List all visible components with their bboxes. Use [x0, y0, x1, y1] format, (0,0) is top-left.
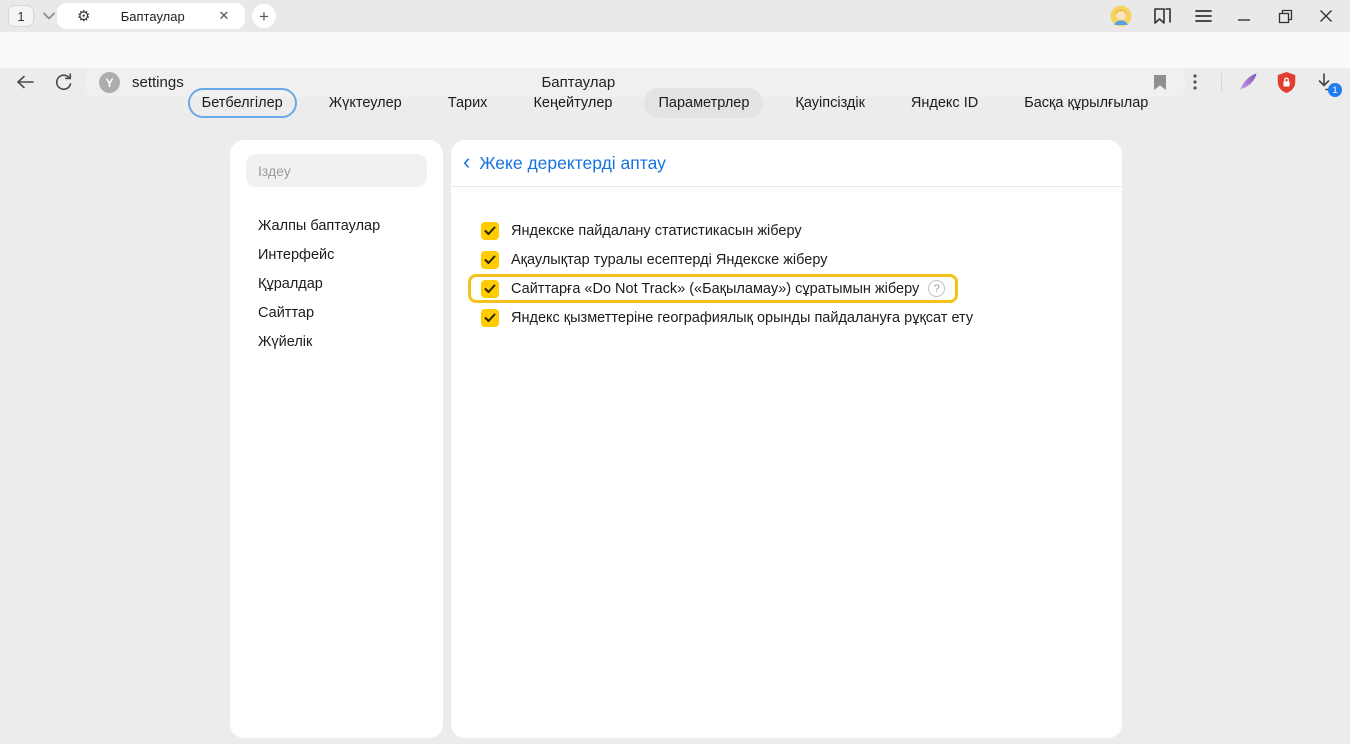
maximize-icon	[1278, 9, 1293, 24]
chevron-down-icon	[43, 12, 55, 20]
checkmark-icon	[484, 313, 496, 323]
checkbox-checked[interactable]	[481, 309, 499, 327]
tab-bar: 1 ⚙ Баптаулар ✕ +	[0, 0, 1350, 32]
setting-label: Яндекске пайдалану статистикасын жіберу	[511, 223, 802, 239]
minimize-icon	[1237, 9, 1251, 23]
checkmark-icon	[484, 255, 496, 265]
back-arrow-icon	[16, 75, 34, 89]
settings-nav-tab-active[interactable]: Параметрлер	[644, 88, 763, 118]
checkbox-checked[interactable]	[481, 280, 499, 298]
sidebar-item[interactable]: Жалпы баптаулар	[258, 211, 427, 240]
settings-main-panel: ‹ Жеке деректерді аптау Яндекске пайдала…	[451, 140, 1122, 738]
sidebar-item-label: Құралдар	[258, 276, 323, 292]
nav-tab-label: Бетбелгілер	[202, 95, 283, 111]
back-chevron-icon[interactable]: ‹	[463, 151, 470, 173]
avatar-icon	[1110, 5, 1132, 27]
settings-nav-tab-default[interactable]: Яндекс ID	[897, 88, 992, 118]
tab-close-button[interactable]: ✕	[215, 7, 233, 25]
browser-menu-button[interactable]	[1191, 4, 1215, 28]
section-header[interactable]: ‹ Жеке деректерді аптау	[451, 140, 1122, 187]
sidebar-item[interactable]: Интерфейс	[258, 240, 427, 269]
checkmark-icon	[484, 226, 496, 236]
window-close-button[interactable]	[1314, 4, 1338, 28]
sidebar-item[interactable]: Құралдар	[258, 269, 427, 298]
setting-label: Ақаулықтар туралы есептерді Яндекске жіб…	[511, 252, 828, 268]
checkbox-checked[interactable]	[481, 251, 499, 269]
address-bar-row: Y settings Баптаулар	[0, 32, 1350, 68]
setting-row: Яндекске пайдалану статистикасын жіберу	[468, 216, 805, 245]
settings-nav-tab-focused[interactable]: Бетбелгілер	[188, 88, 297, 118]
help-icon[interactable]: ?	[928, 280, 945, 297]
hamburger-menu-icon	[1195, 9, 1212, 23]
section-heading[interactable]: Жеке деректерді аптау	[479, 153, 666, 174]
new-tab-button[interactable]: +	[252, 4, 276, 28]
window-minimize-button[interactable]	[1232, 4, 1256, 28]
checkbox-checked[interactable]	[481, 222, 499, 240]
nav-tab-label: Параметрлер	[658, 95, 749, 111]
tab-title: Баптаулар	[90, 9, 215, 24]
setting-label: Яндекс қызметтеріне географиялық орынды …	[511, 310, 973, 326]
search-input[interactable]	[246, 154, 427, 187]
settings-sidebar: Жалпы баптаулар Интерфейс Құралдар Сайттар Ж…	[230, 140, 443, 738]
settings-nav-tab-default[interactable]: Жүктеулер	[315, 88, 416, 118]
sidebar-item-label: Жүйелік	[258, 334, 312, 350]
setting-label: Сайттарға «Do Not Track» («Бақыламау») с…	[511, 281, 919, 297]
nav-tab-label: Жүктеулер	[329, 95, 402, 111]
gear-icon: ⚙	[77, 9, 90, 24]
browser-tab-settings[interactable]: ⚙ Баптаулар ✕	[57, 3, 245, 29]
settings-nav-tab-default[interactable]: Кеңейтулер	[519, 88, 626, 118]
sidebar-item[interactable]: Жүйелік	[258, 327, 427, 356]
sidebar-item-label: Интерфейс	[258, 247, 334, 263]
sidebar-item[interactable]: Сайттар	[258, 298, 427, 327]
settings-nav-tab-default[interactable]: Басқа құрылғылар	[1010, 88, 1162, 118]
settings-nav-tab-default[interactable]: Тарих	[434, 88, 502, 118]
nav-tab-label: Қауіпсіздік	[795, 95, 865, 111]
settings-nav-tab-default[interactable]: Қауіпсіздік	[781, 88, 879, 118]
sidebar-section-list: Жалпы баптаулар Интерфейс Құралдар Сайттар Ж…	[246, 211, 427, 356]
nav-tab-label: Тарих	[448, 95, 488, 111]
side-panels-button[interactable]	[1150, 4, 1174, 28]
nav-tab-label: Басқа құрылғылар	[1024, 95, 1148, 111]
tab-counter-button[interactable]: 1	[8, 5, 34, 27]
sidebar-item-label: Сайттар	[258, 305, 314, 321]
settings-list: Яндекске пайдалану статистикасын жіберу …	[451, 187, 1122, 332]
settings-nav-tabs: Бетбелгілер Жүктеулер Тарих Кеңейтулер Парам…	[0, 88, 1350, 118]
setting-row: Сайттарға «Do Not Track» («Бақыламау») с…	[468, 274, 958, 303]
nav-tab-label: Яндекс ID	[911, 95, 978, 111]
setting-row: Ақаулықтар туралы есептерді Яндекске жіб…	[468, 245, 831, 274]
sidebar-item-label: Жалпы баптаулар	[258, 218, 380, 234]
checkmark-icon	[484, 284, 496, 294]
profile-avatar[interactable]	[1109, 4, 1133, 28]
nav-tab-label: Кеңейтулер	[533, 95, 612, 111]
panels-icon	[1152, 7, 1172, 25]
setting-row: Яндекс қызметтеріне географиялық орынды …	[468, 303, 976, 332]
close-icon	[1319, 9, 1333, 23]
window-maximize-button[interactable]	[1273, 4, 1297, 28]
